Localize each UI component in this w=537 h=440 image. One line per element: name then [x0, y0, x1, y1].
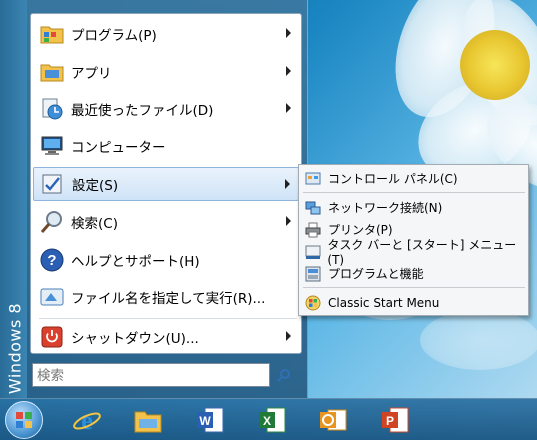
printer-icon [304, 221, 322, 239]
submenu-item-label: Classic Start Menu [328, 295, 440, 310]
svg-text:W: W [199, 414, 211, 428]
menu-item-label: シャットダウン(U)... [71, 331, 199, 347]
menu-item-label: ヘルプとサポート(H) [71, 254, 200, 270]
powerpoint-icon[interactable]: P [378, 403, 412, 437]
taskbar: e W X P [0, 398, 537, 440]
menu-item-help[interactable]: ? ヘルプとサポート(H) [33, 243, 299, 277]
search-button[interactable] [272, 364, 296, 386]
submenu-arrow-icon [286, 66, 291, 76]
submenu-item-network[interactable]: ネットワーク接続(N) [302, 197, 526, 218]
apps-folder-icon [39, 59, 65, 85]
settings-submenu: コントロール パネル(C) ネットワーク接続(N) プリンタ(P) タスク バー… [298, 164, 529, 316]
excel-icon[interactable]: X [255, 403, 289, 437]
menu-item-label: アプリ [71, 66, 112, 82]
start-menu-panel: プログラム(P) アプリ 最近使ったファイル(D) コンピューター 設定(S) … [30, 13, 302, 354]
windows-logo-icon [16, 412, 32, 428]
menu-item-label: 最近使ったファイル(D) [71, 103, 214, 119]
submenu-item-label: プログラムと機能 [328, 267, 424, 281]
menu-item-recent-files[interactable]: 最近使ったファイル(D) [33, 92, 299, 126]
internet-explorer-icon[interactable]: e [70, 403, 104, 437]
submenu-arrow-icon [285, 179, 290, 189]
menu-item-search[interactable]: 検索(C) [33, 205, 299, 239]
banner-text: Windows 8 [5, 302, 25, 395]
recent-files-icon [39, 96, 65, 122]
menu-item-shutdown[interactable]: シャットダウン(U)... [33, 320, 299, 354]
menu-item-label: 検索(C) [71, 216, 118, 232]
network-connections-icon [304, 199, 322, 217]
run-icon [39, 284, 65, 310]
file-explorer-icon[interactable] [131, 403, 165, 437]
svg-text:e: e [81, 406, 93, 435]
menu-item-settings[interactable]: 設定(S) [33, 167, 299, 201]
submenu-item-taskbar-start[interactable]: タスク バーと [スタート] メニュー(T) [302, 238, 526, 267]
menu-item-label: コンピューター [71, 140, 166, 156]
submenu-arrow-icon [286, 331, 291, 341]
taskbar-start-menu-icon [304, 243, 321, 261]
menu-item-computer[interactable]: コンピューター [33, 129, 299, 163]
start-button[interactable] [5, 401, 43, 439]
search-icon [277, 369, 290, 382]
menu-item-label: プログラム(P) [71, 28, 157, 44]
outlook-icon[interactable] [316, 403, 350, 437]
menu-item-label: 設定(S) [72, 178, 119, 194]
help-icon: ? [39, 247, 65, 273]
submenu-arrow-icon [286, 28, 291, 38]
submenu-arrow-icon [286, 103, 291, 113]
svg-text:P: P [386, 414, 394, 428]
menu-item-run[interactable]: ファイル名を指定して実行(R)... [33, 280, 299, 314]
menu-item-programs[interactable]: プログラム(P) [33, 17, 299, 51]
svg-text:?: ? [47, 252, 56, 269]
submenu-item-classic-start-menu[interactable]: Classic Start Menu [302, 292, 526, 313]
settings-icon [40, 171, 66, 197]
start-menu: Windows 8 プログラム(P) アプリ 最近使ったファイル(D) コンピュ… [0, 0, 308, 398]
menu-item-apps[interactable]: アプリ [33, 55, 299, 89]
shutdown-icon [39, 324, 65, 350]
windows8-banner: Windows 8 [0, 0, 27, 398]
submenu-arrow-icon [286, 216, 291, 226]
classic-start-menu-icon [304, 294, 322, 312]
submenu-separator [303, 287, 525, 288]
submenu-item-programs-features[interactable]: プログラムと機能 [302, 263, 526, 284]
computer-icon [39, 133, 65, 159]
svg-text:X: X [263, 414, 271, 428]
submenu-separator [303, 192, 525, 193]
menu-item-label: ファイル名を指定して実行(R)... [71, 291, 266, 307]
programs-features-icon [304, 265, 322, 283]
submenu-item-control-panel[interactable]: コントロール パネル(C) [302, 168, 526, 189]
word-icon[interactable]: W [193, 403, 227, 437]
control-panel-icon [304, 170, 322, 188]
menu-separator [39, 318, 297, 319]
programs-folder-icon [39, 21, 65, 47]
submenu-item-label: コントロール パネル(C) [328, 172, 458, 186]
search-magnifier-icon [39, 209, 65, 235]
start-search-input[interactable] [32, 363, 270, 387]
submenu-item-label: ネットワーク接続(N) [328, 201, 443, 215]
